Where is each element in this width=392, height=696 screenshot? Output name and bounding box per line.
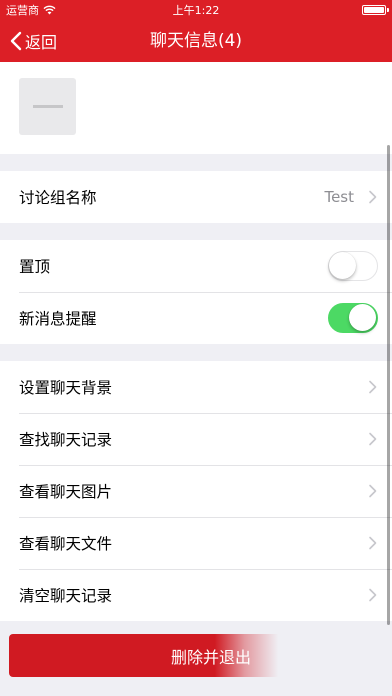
chevron-right-icon <box>369 536 377 550</box>
toggle-section: 置顶 新消息提醒 <box>0 240 392 344</box>
chevron-right-icon <box>369 484 377 498</box>
view-chat-images-label: 查看聊天图片 <box>19 483 113 501</box>
chevron-right-icon <box>369 190 377 204</box>
chevron-right-icon <box>369 380 377 394</box>
toggle-knob <box>329 252 356 279</box>
pin-chat-row: 置顶 <box>0 240 392 292</box>
view-chat-files-row[interactable]: 查看聊天文件 <box>0 517 392 569</box>
search-chat-history-label: 查找聊天记录 <box>19 431 113 449</box>
search-chat-history-row[interactable]: 查找聊天记录 <box>0 413 392 465</box>
chevron-right-icon <box>369 588 377 602</box>
pin-chat-toggle[interactable] <box>328 251 378 281</box>
group-avatar-placeholder[interactable] <box>19 78 76 135</box>
group-name-value: Test <box>324 188 354 206</box>
clear-chat-history-row[interactable]: 清空聊天记录 <box>0 569 392 621</box>
message-alert-row: 新消息提醒 <box>0 292 392 344</box>
message-alert-label: 新消息提醒 <box>19 310 97 328</box>
chat-options-section: 设置聊天背景 查找聊天记录 查看聊天图片 查看聊天文件 清空聊天记录 <box>0 361 392 621</box>
delete-and-exit-label: 删除并退出 <box>170 647 251 667</box>
set-chat-background-label: 设置聊天背景 <box>19 379 113 397</box>
status-time: 上午1:22 <box>172 4 220 17</box>
avatar-section <box>0 62 392 154</box>
battery-icon <box>362 5 389 15</box>
group-name-row[interactable]: 讨论组名称 Test <box>0 171 392 223</box>
message-alert-toggle[interactable] <box>328 303 378 333</box>
pin-chat-label: 置顶 <box>19 258 51 276</box>
clear-chat-history-label: 清空聊天记录 <box>19 587 113 605</box>
page-title: 聊天信息(4) <box>149 31 243 51</box>
view-chat-files-label: 查看聊天文件 <box>19 535 113 553</box>
view-chat-images-row[interactable]: 查看聊天图片 <box>0 465 392 517</box>
scroll-indicator <box>387 145 390 625</box>
group-name-label: 讨论组名称 <box>19 189 97 207</box>
group-name-section: 讨论组名称 Test <box>0 171 392 223</box>
status-bar: 运营商 上午1:22 <box>0 0 392 20</box>
delete-and-exit-button[interactable]: 删除并退出 <box>9 634 383 677</box>
chevron-right-icon <box>369 432 377 446</box>
toggle-knob <box>349 304 376 331</box>
set-chat-background-row[interactable]: 设置聊天背景 <box>0 361 392 413</box>
nav-bar: 返回 聊天信息(4) <box>0 20 392 62</box>
